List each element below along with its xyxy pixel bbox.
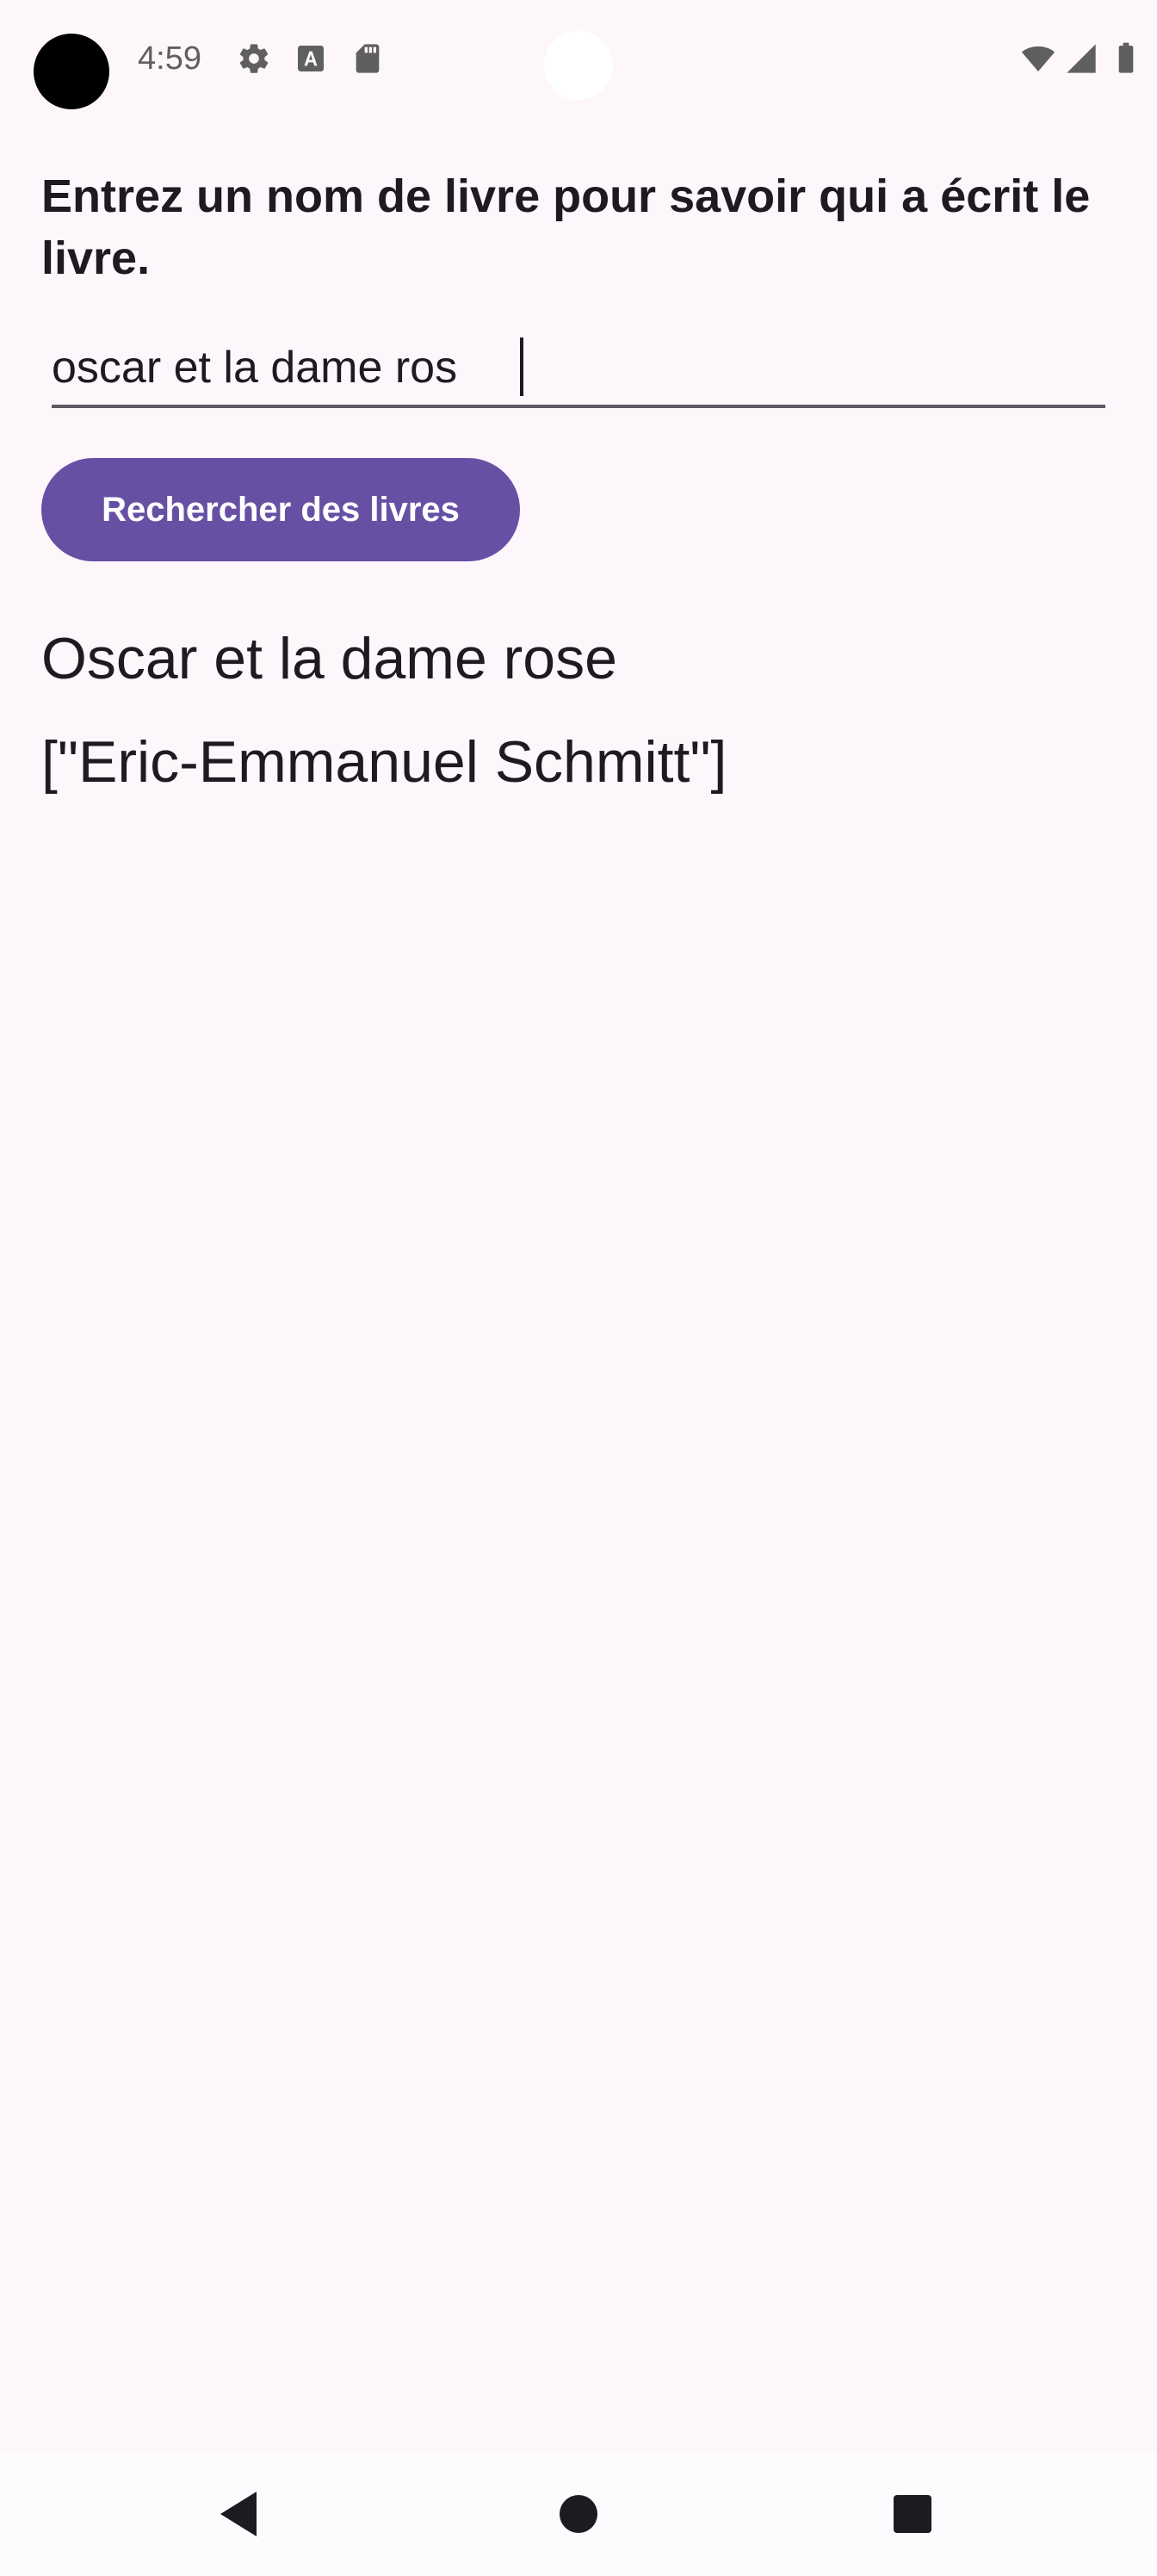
book-name-input[interactable] [52, 331, 1105, 405]
camera-cutout [34, 34, 109, 109]
battery-icon [1109, 41, 1143, 76]
status-time: 4:59 [138, 40, 201, 77]
instruction-text: Entrez un nom de livre pour savoir qui a… [41, 170, 1091, 284]
recents-icon[interactable] [875, 2476, 950, 2552]
search-books-button[interactable]: Rechercher des livres [41, 458, 520, 561]
result-book-author: ["Eric-Emmanuel Schmitt"] [41, 729, 727, 795]
sd-card-icon [350, 41, 385, 76]
navigation-bar [0, 2452, 1157, 2576]
settings-icon [237, 41, 271, 76]
text-caret [520, 337, 523, 396]
result-book-title: Oscar et la dame rose [41, 626, 617, 691]
font-a-icon [294, 41, 328, 76]
front-camera [544, 31, 613, 100]
book-name-field[interactable] [52, 331, 1105, 408]
wifi-icon [1021, 41, 1055, 76]
signal-icon [1064, 41, 1098, 76]
app-screen: 4:59 Entrez un nom de livre pour savoir … [0, 0, 1157, 2576]
status-bar: 4:59 [0, 0, 1157, 117]
home-icon[interactable] [541, 2476, 616, 2552]
back-icon[interactable] [203, 2476, 279, 2552]
